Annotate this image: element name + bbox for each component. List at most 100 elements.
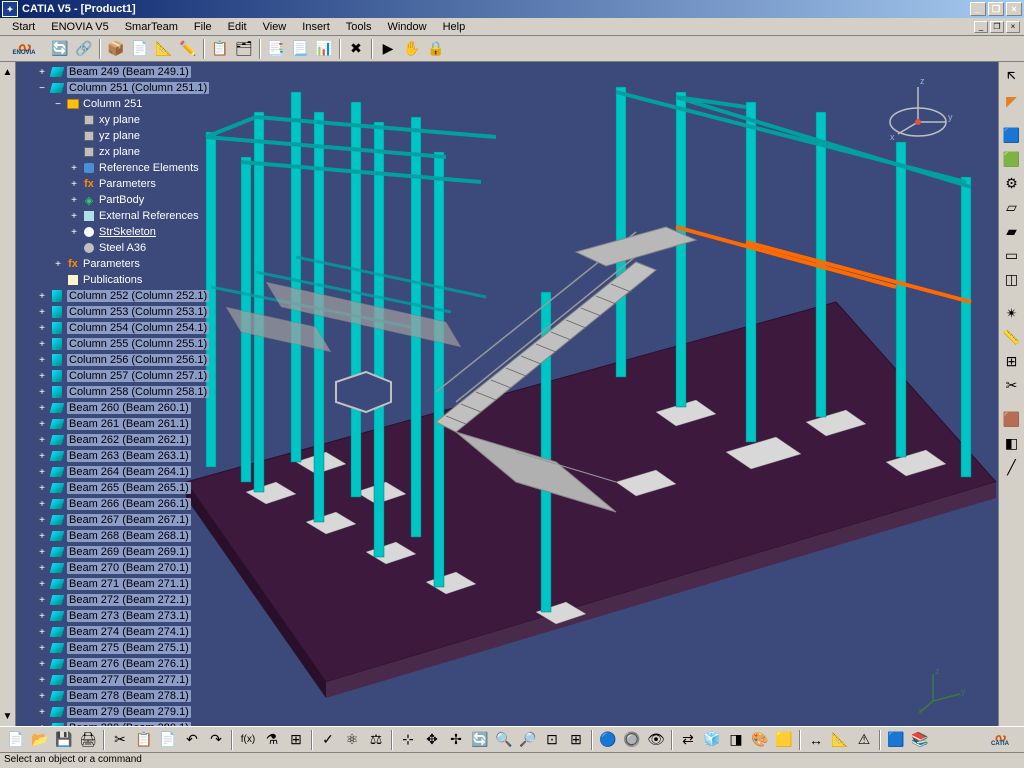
fit-icon[interactable]: ✥	[421, 729, 443, 751]
tool-face-icon[interactable]: ◧	[1001, 432, 1023, 454]
clash-icon[interactable]: ⚠	[853, 729, 875, 751]
tree-toggle-icon[interactable]: +	[68, 178, 80, 190]
tree-toggle-icon[interactable]: +	[36, 514, 48, 526]
save-icon[interactable]: 💾	[53, 729, 75, 751]
tree-item[interactable]: +fxParameters	[20, 256, 246, 272]
tree-toggle-icon[interactable]: +	[36, 386, 48, 398]
tool-explode-icon[interactable]: ✴	[1001, 302, 1023, 324]
tree-toggle-icon[interactable]: +	[36, 418, 48, 430]
design-table-icon[interactable]: ⊞	[285, 729, 307, 751]
tool-plate2-icon[interactable]: ▰	[1001, 220, 1023, 242]
zoom-out-icon[interactable]: 🔎	[517, 729, 539, 751]
tree-toggle-icon[interactable]: +	[36, 322, 48, 334]
shading-icon[interactable]: 🔵	[597, 729, 619, 751]
mdi-close-button[interactable]: ×	[1006, 21, 1020, 33]
tree-toggle-icon[interactable]: +	[36, 434, 48, 446]
catalog-icon[interactable]: 📚	[909, 729, 931, 751]
tool-doc-icon[interactable]: 📋	[209, 38, 231, 60]
tree-toggle-icon[interactable]: +	[68, 194, 80, 206]
tree-toggle-icon[interactable]: +	[52, 258, 64, 270]
tree-scroll-up-icon[interactable]: ▲	[2, 66, 14, 78]
tree-toggle-icon[interactable]: +	[36, 338, 48, 350]
tree-item[interactable]: +Beam 269 (Beam 269.1)	[20, 544, 246, 560]
tree-item[interactable]: +Beam 263 (Beam 263.1)	[20, 448, 246, 464]
tree-item[interactable]: −Column 251	[20, 96, 246, 112]
tree-toggle-icon[interactable]: +	[36, 706, 48, 718]
tree-item[interactable]: +Beam 276 (Beam 276.1)	[20, 656, 246, 672]
menu-insert[interactable]: Insert	[294, 19, 338, 35]
tree-toggle-icon[interactable]: +	[36, 690, 48, 702]
print-icon[interactable]: 🖨	[77, 729, 99, 751]
tool-link-icon[interactable]: 🔗	[73, 38, 95, 60]
tree-toggle-icon[interactable]: +	[36, 658, 48, 670]
tree-scroll-down-icon[interactable]: ▼	[2, 710, 14, 722]
tree-toggle-icon[interactable]: +	[36, 578, 48, 590]
tool-plate4-icon[interactable]: ◫	[1001, 268, 1023, 290]
formula-icon[interactable]: f(x)	[237, 729, 259, 751]
tool-chart-icon[interactable]: 📊	[313, 38, 335, 60]
tree-item[interactable]: +Beam 262 (Beam 262.1)	[20, 432, 246, 448]
tree-toggle-icon[interactable]: +	[36, 66, 48, 78]
tool-pages-icon[interactable]: 📃	[289, 38, 311, 60]
tree-item[interactable]: zx plane	[20, 144, 246, 160]
menu-view[interactable]: View	[255, 19, 295, 35]
tree-item[interactable]: +Beam 279 (Beam 279.1)	[20, 704, 246, 720]
menu-file[interactable]: File	[186, 19, 220, 35]
tree-toggle-icon[interactable]: +	[36, 306, 48, 318]
tree-item[interactable]: +◈PartBody	[20, 192, 246, 208]
axis-triad[interactable]: z y x	[918, 666, 968, 716]
tool-render-icon[interactable]: 🟫	[1001, 408, 1023, 430]
tree-item[interactable]: xy plane	[20, 112, 246, 128]
menu-window[interactable]: Window	[379, 19, 434, 35]
tree-item[interactable]: +Beam 273 (Beam 273.1)	[20, 608, 246, 624]
tool-snap-icon[interactable]: ⊞	[1001, 350, 1023, 372]
material-icon[interactable]: 🟨	[773, 729, 795, 751]
undo-icon[interactable]: ↶	[181, 729, 203, 751]
tree-toggle-icon[interactable]: +	[36, 402, 48, 414]
iso-icon[interactable]: ◨	[725, 729, 747, 751]
tree-item[interactable]: +Beam 261 (Beam 261.1)	[20, 416, 246, 432]
measure-item-icon[interactable]: 📐	[829, 729, 851, 751]
tool-next-icon[interactable]: ▶	[377, 38, 399, 60]
tree-toggle-icon[interactable]: +	[36, 370, 48, 382]
specification-tree[interactable]: +Beam 249 (Beam 249.1)−Column 251 (Colum…	[16, 62, 246, 726]
zoom-in-icon[interactable]: 🔍	[493, 729, 515, 751]
tree-item[interactable]: +Beam 249 (Beam 249.1)	[20, 64, 246, 80]
tool-edge-icon[interactable]: ╱	[1001, 456, 1023, 478]
tree-toggle-icon[interactable]: +	[36, 674, 48, 686]
tree-item[interactable]: +Beam 266 (Beam 266.1)	[20, 496, 246, 512]
redo-icon[interactable]: ↷	[205, 729, 227, 751]
tree-toggle-icon[interactable]: +	[68, 162, 80, 174]
tree-toggle-icon[interactable]: −	[52, 98, 64, 110]
law-icon[interactable]: ⚖	[365, 729, 387, 751]
tree-toggle-icon[interactable]: +	[36, 594, 48, 606]
render2-icon[interactable]: 🎨	[749, 729, 771, 751]
paste-icon[interactable]: 📄	[157, 729, 179, 751]
tool-green-icon[interactable]: 🟩	[1001, 148, 1023, 170]
tool-assembly-icon[interactable]: ⚙	[1001, 172, 1023, 194]
mdi-minimize-button[interactable]: _	[974, 21, 988, 33]
tree-item[interactable]: +Beam 268 (Beam 268.1)	[20, 528, 246, 544]
tool-hand-icon[interactable]: ✋	[401, 38, 423, 60]
menu-help[interactable]: Help	[435, 19, 474, 35]
hidden-icon[interactable]: 👁	[645, 729, 667, 751]
tool-stack-icon[interactable]: 🗂	[233, 38, 255, 60]
new-icon[interactable]: 📄	[5, 729, 27, 751]
tree-toggle-icon[interactable]: +	[36, 530, 48, 542]
tree-item[interactable]: +Beam 274 (Beam 274.1)	[20, 624, 246, 640]
tree-toggle-icon[interactable]: +	[36, 610, 48, 622]
tree-item[interactable]: +Beam 267 (Beam 267.1)	[20, 512, 246, 528]
pan-icon[interactable]: ✢	[445, 729, 467, 751]
tree-item[interactable]: +fxParameters	[20, 176, 246, 192]
tree-item[interactable]: +Beam 277 (Beam 277.1)	[20, 672, 246, 688]
tool-pencil-icon[interactable]: ✏️	[177, 38, 199, 60]
tree-item[interactable]: +Beam 265 (Beam 265.1)	[20, 480, 246, 496]
tree-item[interactable]: +Beam 271 (Beam 271.1)	[20, 576, 246, 592]
tool-cursor-icon[interactable]: 🡬	[1001, 66, 1023, 88]
normal-view-icon[interactable]: ⊡	[541, 729, 563, 751]
tree-item[interactable]: yz plane	[20, 128, 246, 144]
tree-item[interactable]: +StrSkeleton	[20, 224, 246, 240]
tool-copy-icon[interactable]: 📑	[265, 38, 287, 60]
tree-item[interactable]: −Column 251 (Column 251.1)	[20, 80, 246, 96]
tree-toggle-icon[interactable]: +	[36, 562, 48, 574]
